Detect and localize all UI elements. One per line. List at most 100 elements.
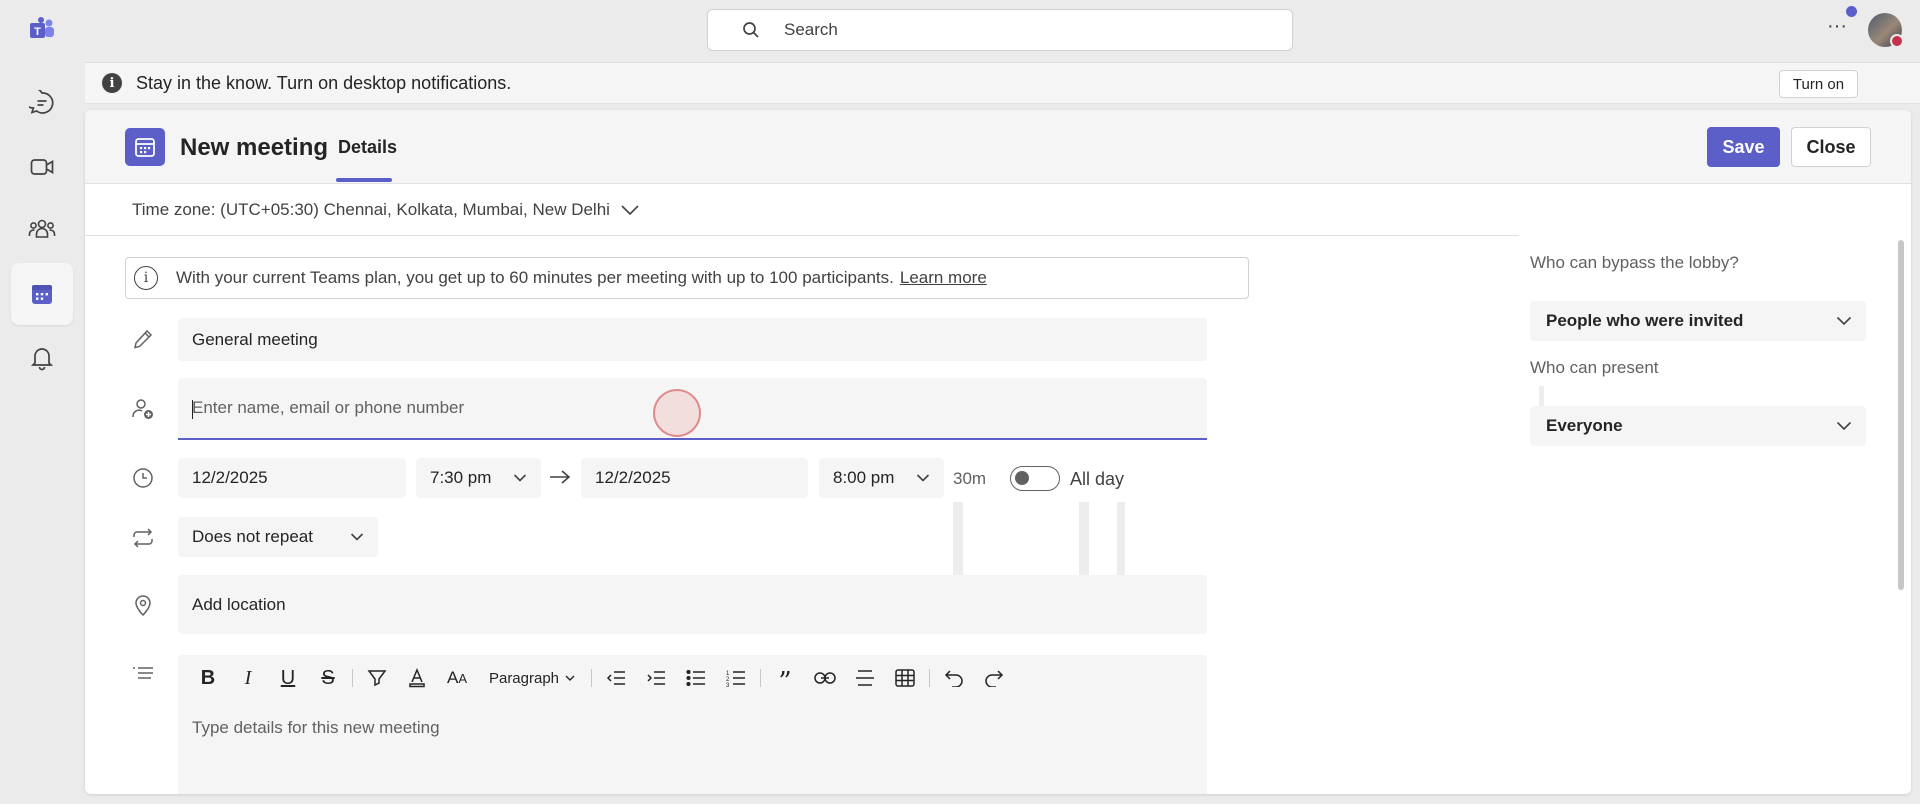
text-description-icon: [130, 662, 156, 688]
italic-icon[interactable]: I: [228, 663, 268, 693]
chevron-down-icon: [350, 533, 364, 542]
click-indicator: [653, 389, 701, 437]
redo-icon[interactable]: [974, 663, 1014, 693]
rail-calendar[interactable]: [11, 263, 73, 325]
calendar-icon: [29, 281, 55, 307]
details-editor[interactable]: B I U S AA Paragraph 123 ” Type details …: [178, 655, 1207, 794]
ghost-overlay: [1117, 502, 1125, 578]
end-time-value: 8:00 pm: [833, 468, 895, 487]
start-time-value: 7:30 pm: [430, 468, 492, 487]
timezone-selector[interactable]: Time zone: (UTC+05:30) Chennai, Kolkata,…: [132, 200, 640, 220]
bell-icon: [29, 345, 55, 371]
toggle-knob: [1015, 471, 1029, 485]
scrollbar-thumb[interactable]: [1898, 240, 1904, 590]
learn-more-link[interactable]: Learn more: [900, 268, 987, 288]
search-box[interactable]: Search: [707, 9, 1293, 51]
repeat-select[interactable]: Does not repeat: [178, 517, 378, 557]
pencil-icon: [130, 326, 156, 352]
paragraph-style-select[interactable]: Paragraph: [477, 663, 587, 693]
close-button[interactable]: Close: [1791, 127, 1871, 167]
more-options-icon[interactable]: ···: [1822, 16, 1852, 42]
svg-text:3: 3: [726, 683, 730, 687]
location-pin-icon: [130, 592, 156, 618]
toolbar-separator: [591, 669, 592, 687]
chevron-down-icon: [1836, 421, 1852, 431]
toolbar-separator: [929, 669, 930, 687]
chevron-down-icon: [513, 474, 527, 483]
presenter-value: Everyone: [1546, 416, 1623, 435]
info-icon: i: [134, 266, 158, 290]
lobby-label: Who can bypass the lobby?: [1530, 253, 1739, 272]
ghost-overlay: [1539, 386, 1544, 406]
decrease-indent-icon[interactable]: [596, 663, 636, 693]
quote-icon[interactable]: ”: [765, 663, 805, 697]
ghost-overlay: [953, 502, 963, 578]
text-caret: [192, 400, 193, 419]
ghost-overlay: [1079, 502, 1089, 578]
arrow-right-icon: [549, 468, 571, 486]
numbered-list-icon[interactable]: 123: [716, 663, 756, 693]
tab-active-indicator: [336, 178, 392, 182]
chevron-down-icon: [610, 204, 640, 216]
rail-teams[interactable]: [11, 198, 73, 260]
info-icon: i: [102, 73, 122, 93]
location-field[interactable]: Add location: [178, 575, 1207, 634]
chevron-down-icon: [916, 474, 930, 483]
font-size-icon[interactable]: AA: [437, 663, 477, 693]
end-time-select[interactable]: 8:00 pm: [819, 458, 944, 498]
toolbar-separator: [760, 669, 761, 687]
search-icon: [742, 21, 760, 39]
clock-icon: [130, 465, 156, 491]
presenter-label: Who can present: [1530, 358, 1659, 377]
add-person-icon: [130, 396, 156, 422]
meeting-form-card: New meeting Details Save Close Time zone…: [85, 110, 1911, 794]
start-date-value: 12/2/2025: [192, 468, 268, 487]
page-title: New meeting: [180, 134, 329, 161]
font-color-icon[interactable]: [397, 663, 437, 693]
meeting-header: New meeting Details Save Close: [85, 110, 1911, 184]
video-camera-icon: [29, 154, 55, 180]
lobby-value: People who were invited: [1546, 311, 1744, 330]
undo-icon[interactable]: [934, 663, 974, 693]
turn-on-button[interactable]: Turn on: [1779, 70, 1858, 98]
attendees-placeholder: Enter name, email or phone number: [192, 398, 465, 417]
bulleted-list-icon[interactable]: [676, 663, 716, 693]
plan-info-text: With your current Teams plan, you get up…: [176, 268, 894, 287]
presence-status-icon: [1890, 34, 1904, 48]
details-placeholder: Type details for this new meeting: [192, 718, 440, 737]
horizontal-rule-icon[interactable]: [845, 663, 885, 693]
repeat-value: Does not repeat: [192, 527, 313, 546]
teams-logo-icon[interactable]: T: [26, 14, 58, 46]
divider: [85, 235, 1519, 236]
calendar-icon: [125, 128, 165, 166]
start-time-select[interactable]: 7:30 pm: [416, 458, 541, 498]
repeat-icon: [130, 525, 156, 551]
start-date-field[interactable]: 12/2/2025: [178, 458, 406, 498]
rail-activity[interactable]: [11, 327, 73, 389]
link-icon[interactable]: [805, 663, 845, 693]
title-field[interactable]: General meeting: [178, 318, 1207, 361]
people-community-icon: [28, 216, 56, 242]
plan-info-bar: i With your current Teams plan, you get …: [125, 257, 1249, 299]
lobby-select[interactable]: People who were invited: [1530, 301, 1866, 341]
end-date-value: 12/2/2025: [595, 468, 671, 487]
save-button[interactable]: Save: [1707, 127, 1780, 167]
banner-message: Stay in the know. Turn on desktop notifi…: [136, 72, 512, 93]
presenter-select[interactable]: Everyone: [1530, 406, 1866, 446]
increase-indent-icon[interactable]: [636, 663, 676, 693]
underline-icon[interactable]: U: [268, 663, 308, 693]
svg-text:T: T: [34, 26, 41, 38]
location-placeholder: Add location: [192, 594, 286, 614]
tab-details[interactable]: Details: [338, 137, 397, 158]
bold-icon[interactable]: B: [188, 663, 228, 693]
rail-chat[interactable]: [11, 72, 73, 134]
end-date-field[interactable]: 12/2/2025: [581, 458, 808, 498]
strikethrough-icon[interactable]: S: [308, 663, 348, 693]
highlight-icon[interactable]: [357, 663, 397, 693]
chevron-down-icon: [1836, 316, 1852, 326]
rail-meet[interactable]: [11, 136, 73, 198]
all-day-label: All day: [1070, 469, 1125, 489]
duration-label: 30m: [953, 469, 987, 488]
table-icon[interactable]: [885, 663, 925, 693]
all-day-toggle[interactable]: [1010, 466, 1060, 491]
